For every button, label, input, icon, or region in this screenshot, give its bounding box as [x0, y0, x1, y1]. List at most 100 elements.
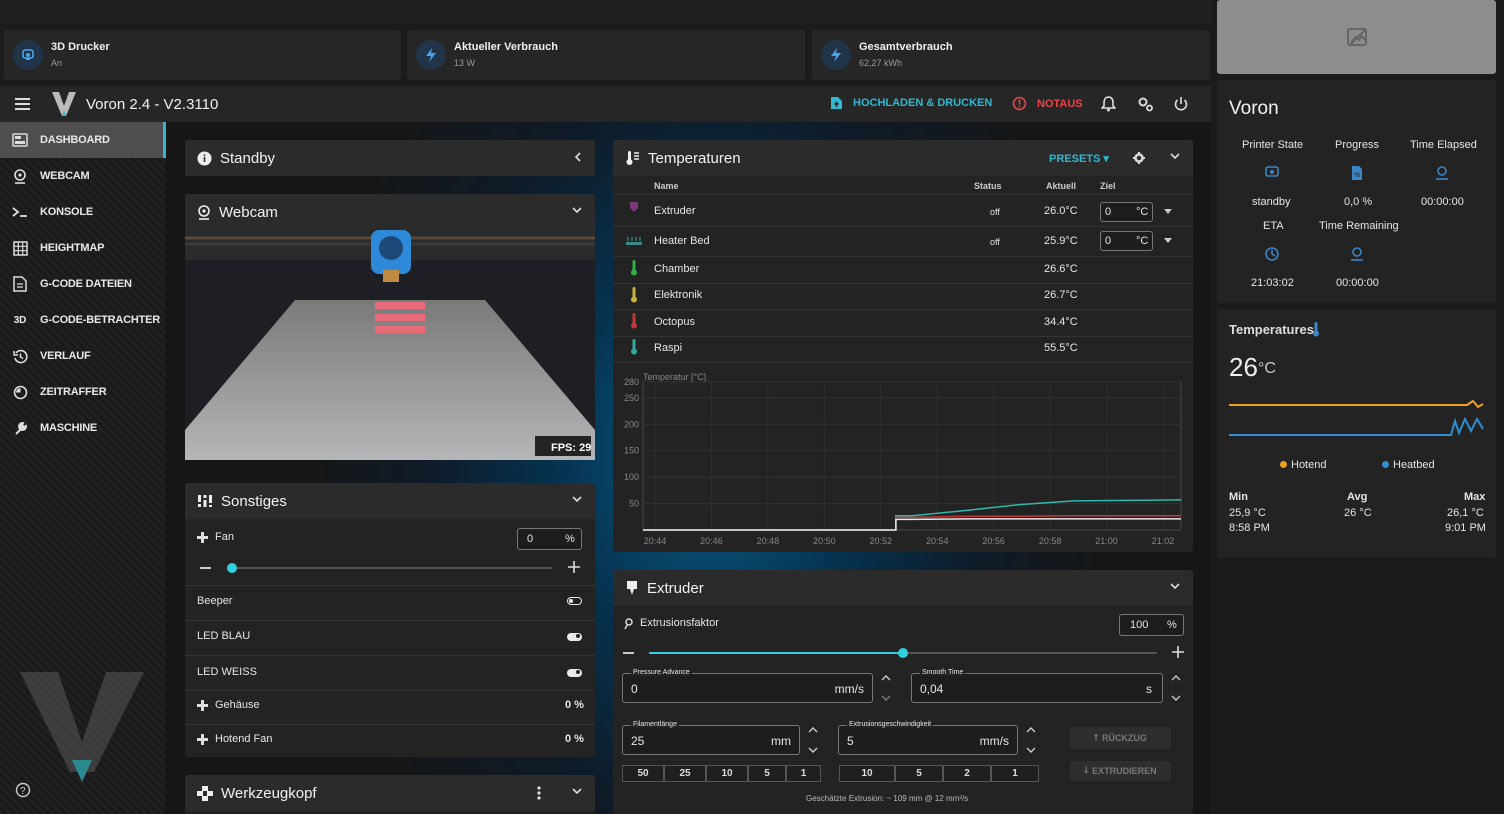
avg-value: 26 °C [1344, 507, 1372, 519]
bolt-icon [821, 40, 851, 70]
camera-placeholder[interactable] [1217, 0, 1496, 74]
nav-label: HEIGHTMAP [40, 242, 105, 254]
help-icon[interactable]: ? [15, 782, 31, 798]
power-card[interactable]: Aktueller Verbrauch 13 W [407, 30, 805, 80]
extrude-button[interactable]: 🠗 EXTRUDIEREN [1070, 761, 1171, 781]
max-label: Max [1464, 491, 1486, 503]
retract-button[interactable]: 🠕 RÜCKZUG [1070, 727, 1171, 749]
fan-decrease-button[interactable] [200, 567, 211, 569]
fl-stepper[interactable] [808, 726, 818, 754]
temperature-sparkline [1229, 399, 1484, 436]
extruder-icon [625, 580, 639, 596]
nav-gcode-viewer[interactable]: 3D G-CODE-BETRACHTER [0, 302, 166, 338]
settings-icon[interactable] [1137, 96, 1154, 112]
estop-button[interactable]: NOTAUS [1012, 96, 1083, 111]
led-weiss-toggle[interactable] [567, 669, 582, 677]
upload-print-button[interactable]: HOCHLADEN & DRUCKEN [830, 96, 992, 110]
mainsail-app: Voron 2.4 - V2.3110 HOCHLADEN & DRUCKEN … [0, 86, 1211, 814]
caret-down-icon[interactable] [1164, 209, 1172, 215]
presets-button[interactable]: PRESETS ▾ [1049, 152, 1109, 165]
caret-down-icon[interactable] [1164, 238, 1172, 244]
led-blau-toggle[interactable] [567, 633, 582, 641]
pa-stepper[interactable] [881, 674, 891, 702]
gear-icon[interactable] [1133, 152, 1145, 164]
sidebar: DASHBOARD WEBCAM KONSOLE HEIGHTMAP G-COD… [0, 122, 166, 814]
chart-ytick: 250 [624, 393, 639, 403]
pressure-advance-input[interactable]: Pressure Advance 0 mm/s [622, 669, 873, 703]
length-5-button[interactable]: 5 [748, 765, 786, 782]
panel-title: Werkzeugkopf [221, 784, 317, 802]
factor-increase-button[interactable] [1172, 646, 1184, 658]
speed-10-button[interactable]: 10 [839, 765, 895, 782]
webcam-stream[interactable] [185, 230, 595, 460]
length-1-button[interactable]: 1 [786, 765, 821, 782]
panel-title: Standby [220, 149, 276, 167]
nav-dashboard[interactable]: DASHBOARD [0, 122, 166, 158]
speed-1-button[interactable]: 1 [991, 765, 1039, 782]
length-50-button[interactable]: 50 [622, 765, 664, 782]
voron-status-card: Voron Printer State Progress Time Elapse… [1217, 80, 1496, 303]
nav-timelapse[interactable]: ZEITRAFFER [0, 374, 166, 410]
temp-row-status: off [990, 207, 1000, 217]
webcam-icon [0, 168, 40, 184]
fan-input[interactable]: 0 % [517, 528, 582, 550]
nav-gcode-files[interactable]: G-CODE DATEIEN [0, 266, 166, 302]
speed-2-button[interactable]: 2 [943, 765, 991, 782]
temp-row-status: off [990, 237, 1000, 247]
energy-card[interactable]: Gesamtverbrauch 62,27 kWh [812, 30, 1210, 80]
power-icon[interactable] [1173, 96, 1189, 112]
nav-label: ZEITRAFFER [40, 386, 107, 398]
chevron-down-icon[interactable] [571, 205, 583, 215]
st-stepper[interactable] [1171, 674, 1181, 702]
length-10-button[interactable]: 10 [706, 765, 748, 782]
chart-xtick: 20:44 [644, 536, 667, 546]
field-label: Filamentlänge [631, 721, 679, 728]
field-unit: mm/s [834, 682, 864, 696]
standby-panel[interactable]: Standby [185, 140, 595, 176]
chevron-down-icon[interactable] [571, 786, 583, 796]
extrusion-factor-slider[interactable] [649, 648, 1157, 658]
factor-decrease-button[interactable] [623, 652, 634, 654]
bed-target-input[interactable]: 0 °C [1100, 231, 1153, 251]
temp-row-actual: 55.5°C [1044, 342, 1078, 354]
led-weiss-label: LED WEISS [197, 666, 257, 678]
field-label: Smooth Time [920, 669, 966, 676]
smooth-time-input[interactable]: Smooth Time 0,04 s [911, 669, 1163, 703]
fan-increase-button[interactable] [568, 561, 580, 573]
thermometer-icon [1313, 322, 1319, 337]
nav-console[interactable]: KONSOLE [0, 194, 166, 230]
length-25-button[interactable]: 25 [664, 765, 706, 782]
temp-unit: °C [1258, 360, 1276, 377]
chevron-down-icon[interactable] [1169, 581, 1181, 591]
more-vertical-icon[interactable] [537, 786, 541, 800]
temp-row-name: Raspi [654, 342, 683, 354]
extruder-target-input[interactable]: 0 °C [1100, 202, 1153, 222]
bell-icon[interactable] [1101, 96, 1116, 112]
fan-slider[interactable] [227, 563, 552, 573]
factor-slider-thumb[interactable] [898, 648, 908, 658]
eg-stepper[interactable] [1026, 726, 1036, 754]
temp-row-actual: 26.6°C [1044, 263, 1078, 275]
chevron-left-icon[interactable] [573, 151, 583, 163]
chart-xtick: 20:50 [813, 536, 836, 546]
chart-ytick: 50 [629, 499, 639, 509]
beeper-toggle[interactable] [567, 597, 582, 605]
nav-heightmap[interactable]: HEIGHTMAP [0, 230, 166, 266]
extrusion-speed-input[interactable]: Extrusionsgeschwindigkeit 5 mm/s [838, 721, 1018, 755]
label-printer-state: Printer State [1242, 139, 1304, 151]
nav-webcam[interactable]: WEBCAM [0, 158, 166, 194]
file-document-icon [0, 276, 40, 292]
speed-5-button[interactable]: 5 [895, 765, 943, 782]
chevron-down-icon[interactable] [1169, 151, 1181, 161]
fan-slider-thumb[interactable] [227, 563, 237, 573]
tune-icon [197, 494, 213, 508]
filament-length-input[interactable]: Filamentlänge 25 mm [622, 721, 800, 755]
nav-history[interactable]: VERLAUF [0, 338, 166, 374]
nav-machine[interactable]: MASCHINE [0, 410, 166, 446]
min-time: 8:58 PM [1229, 522, 1270, 534]
temperature-chart[interactable]: Temperatur [°C] 280 250 200 150 100 50 20:44 20:… [613, 362, 1193, 552]
menu-icon[interactable] [15, 98, 30, 110]
printer-card[interactable]: 3D Drucker An [4, 30, 401, 80]
extrusion-factor-input[interactable]: 100% [1119, 614, 1184, 636]
chevron-down-icon[interactable] [571, 494, 583, 504]
